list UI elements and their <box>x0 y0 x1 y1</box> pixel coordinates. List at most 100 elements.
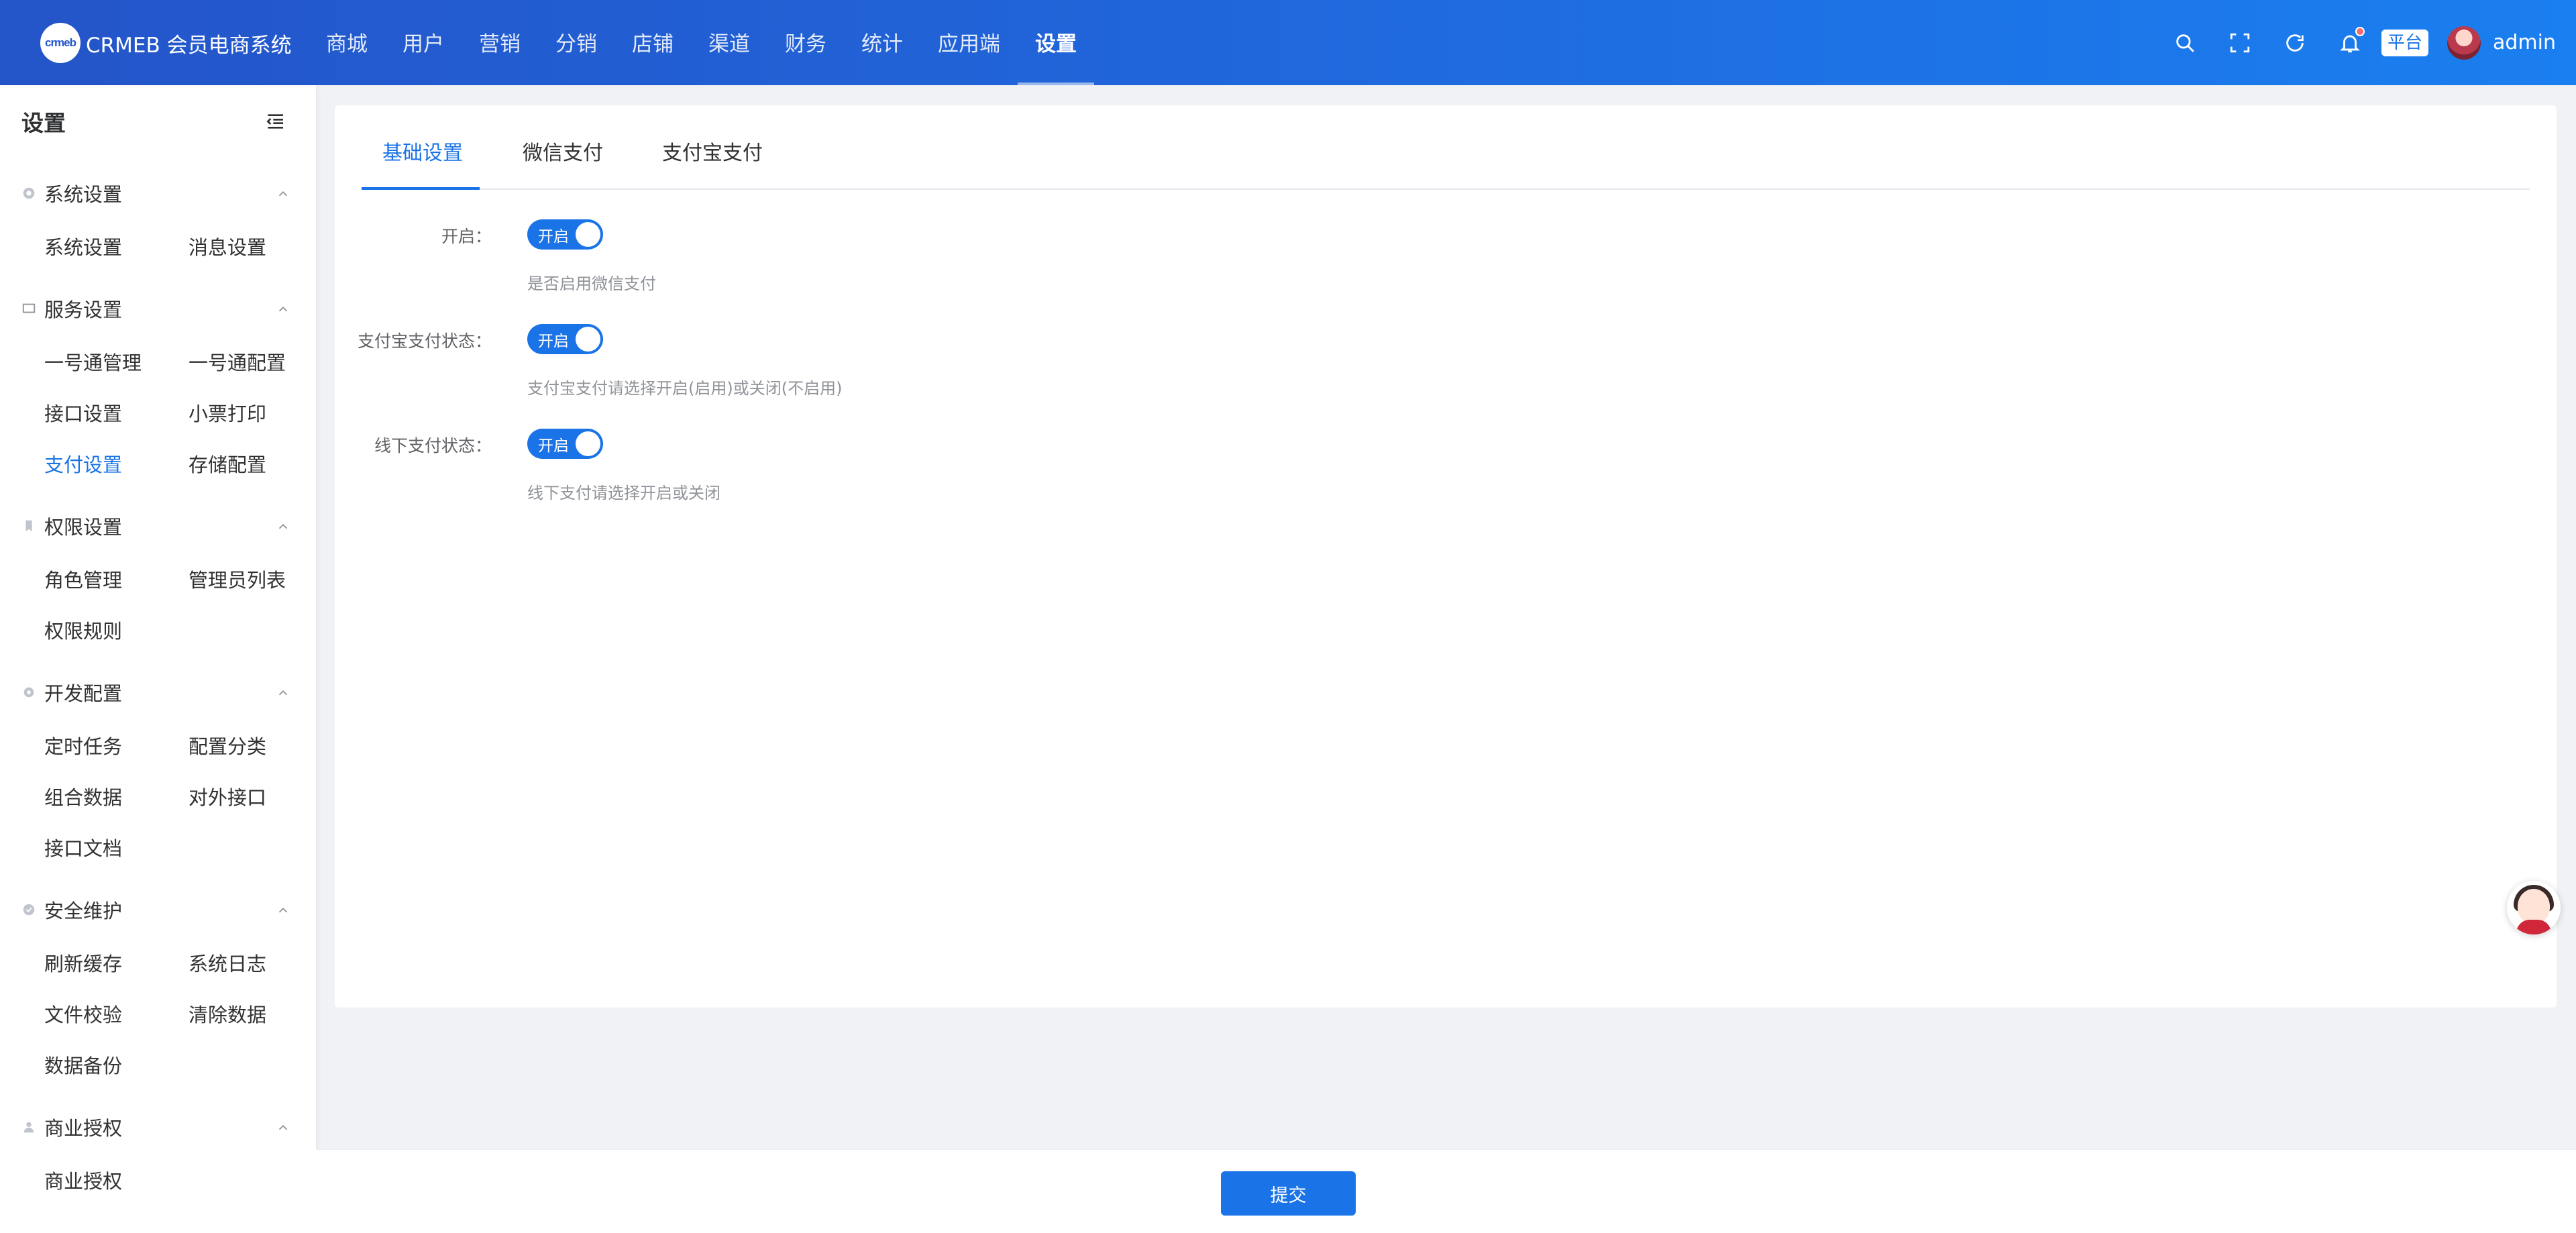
sidebar-title: 设置 <box>21 110 66 136</box>
nav-item-app[interactable]: 应用端 <box>920 0 1018 85</box>
submit-button[interactable]: 提交 <box>1221 1171 1356 1216</box>
menu-group-label: 权限设置 <box>44 516 123 539</box>
switch-knob <box>576 222 600 247</box>
settings-tabs: 基础设置 微信支付 支付宝支付 <box>362 105 2530 190</box>
bell-icon[interactable] <box>2338 26 2365 55</box>
menu-group-dev: 开发配置 <box>0 679 316 706</box>
switch-text: 开启 <box>538 227 569 246</box>
sidebar-item-yht-manage[interactable]: 一号通管理 <box>44 347 142 376</box>
sidebar-item-api-settings[interactable]: 接口设置 <box>44 398 122 427</box>
sidebar-item-yht-config[interactable]: 一号通配置 <box>189 347 286 376</box>
chevron-up-icon <box>278 1124 288 1130</box>
menu-group-service: 服务设置 <box>0 295 316 322</box>
chevron-up-icon <box>278 523 288 529</box>
username[interactable]: admin <box>2493 31 2556 54</box>
menu-group-license: 商业授权 <box>0 1114 316 1140</box>
user-icon <box>21 1119 38 1135</box>
enable-wechat-pay-switch[interactable]: 开启 <box>527 219 603 250</box>
nav-item-distribution[interactable]: 分销 <box>538 0 614 85</box>
app-logo[interactable]: crmeb CRMEB 会员电商系统 <box>40 22 292 64</box>
nav-item-statistics[interactable]: 统计 <box>844 0 920 85</box>
chevron-up-icon <box>278 690 288 696</box>
field-hint-enable: 是否启用微信支付 <box>527 274 656 293</box>
menu-group-label: 安全维护 <box>44 900 123 922</box>
check-circle-icon <box>21 902 38 918</box>
sidebar-item-api-docs[interactable]: 接口文档 <box>44 833 122 861</box>
field-hint-offline-pay-status: 线下支付请选择开启或关闭 <box>527 484 720 502</box>
menu-group-system: 系统设置 <box>0 180 316 207</box>
menu-group-permission: 权限设置 <box>0 513 316 539</box>
sidebar-item-receipt-print[interactable]: 小票打印 <box>189 398 266 427</box>
sidebar-item-message-settings[interactable]: 消息设置 <box>189 232 266 260</box>
form-footer: 提交 <box>316 1149 2576 1233</box>
offline-pay-status-switch[interactable]: 开启 <box>527 429 603 459</box>
platform-tag[interactable]: 平台 <box>2381 29 2428 56</box>
menu-group-security: 安全维护 <box>0 896 316 923</box>
sidebar-item-role-manage[interactable]: 角色管理 <box>44 565 122 593</box>
sidebar-item-clear-data[interactable]: 清除数据 <box>189 1000 266 1028</box>
menu-group-header[interactable]: 服务设置 <box>0 295 316 322</box>
menu-group-header[interactable]: 安全维护 <box>0 896 316 923</box>
search-icon[interactable] <box>2173 31 2197 55</box>
sidebar-item-system-log[interactable]: 系统日志 <box>189 949 266 977</box>
top-nav: 商城 用户 营销 分销 店铺 渠道 财务 统计 应用端 设置 <box>309 0 1094 85</box>
chevron-up-icon <box>278 191 288 197</box>
menu-group-header[interactable]: 权限设置 <box>0 513 316 539</box>
sidebar-item-payment-settings[interactable]: 支付设置 <box>44 449 122 478</box>
menu-group-header[interactable]: 商业授权 <box>0 1114 316 1140</box>
fullscreen-icon[interactable] <box>2228 31 2252 55</box>
switch-text: 开启 <box>538 332 569 350</box>
header-toolbar: 平台 admin <box>2157 0 2556 85</box>
nav-item-finance[interactable]: 财务 <box>767 0 844 85</box>
tab-alipay[interactable]: 支付宝支付 <box>662 136 763 166</box>
sidebar-item-cron[interactable]: 定时任务 <box>44 731 122 759</box>
switch-knob <box>576 431 600 456</box>
nav-item-mall[interactable]: 商城 <box>309 0 385 85</box>
menu-group-header[interactable]: 开发配置 <box>0 679 316 706</box>
sidebar-item-combined-data[interactable]: 组合数据 <box>44 782 122 810</box>
sidebar-item-system-settings[interactable]: 系统设置 <box>44 232 122 260</box>
menu-group-label: 开发配置 <box>44 682 123 705</box>
logo-mark: crmeb <box>40 23 80 63</box>
tab-active-indicator <box>362 187 480 190</box>
bookmark-icon <box>21 518 38 534</box>
field-label-offline-pay-status: 线下支付状态： <box>374 436 492 455</box>
nav-item-settings[interactable]: 设置 <box>1018 0 1094 85</box>
tab-basic-settings[interactable]: 基础设置 <box>382 136 463 166</box>
chevron-up-icon <box>278 907 288 913</box>
switch-text: 开启 <box>538 437 569 455</box>
customer-service-icon[interactable] <box>2507 881 2561 934</box>
sidebar-item-data-backup[interactable]: 数据备份 <box>44 1051 122 1079</box>
nav-item-marketing[interactable]: 营销 <box>462 0 538 85</box>
menu-group-label: 系统设置 <box>44 183 123 206</box>
menu-collapse-icon[interactable] <box>264 111 286 132</box>
menu-group-header[interactable]: 系统设置 <box>0 180 316 207</box>
refresh-icon[interactable] <box>2283 31 2307 55</box>
alipay-status-switch[interactable]: 开启 <box>527 324 603 354</box>
sidebar-item-permission-rules[interactable]: 权限规则 <box>44 616 122 644</box>
sidebar-item-config-category[interactable]: 配置分类 <box>189 731 266 759</box>
nav-item-channel[interactable]: 渠道 <box>691 0 767 85</box>
monitor-icon <box>21 301 38 317</box>
sidebar-item-external-api[interactable]: 对外接口 <box>189 782 266 810</box>
nav-item-store[interactable]: 店铺 <box>614 0 691 85</box>
field-hint-alipay-status: 支付宝支付请选择开启(启用)或关闭(不启用) <box>527 379 843 398</box>
gear-icon <box>21 185 38 201</box>
app-title: CRMEB 会员电商系统 <box>86 33 292 58</box>
cog-icon <box>21 684 38 700</box>
top-header: crmeb CRMEB 会员电商系统 商城 用户 营销 分销 店铺 渠道 财务 … <box>0 0 2576 85</box>
sidebar: 设置 系统设置 系统设置 消息设置 服务设置 一号通管理 一号通配置 接口设置 … <box>0 85 316 1233</box>
menu-group-label: 服务设置 <box>44 299 123 321</box>
avatar[interactable] <box>2447 25 2481 60</box>
switch-knob <box>576 327 600 352</box>
sidebar-item-file-check[interactable]: 文件校验 <box>44 1000 122 1028</box>
field-label-alipay-status: 支付宝支付状态： <box>357 331 492 351</box>
sidebar-item-storage-config[interactable]: 存储配置 <box>189 449 266 478</box>
nav-item-user[interactable]: 用户 <box>385 0 462 85</box>
sidebar-item-refresh-cache[interactable]: 刷新缓存 <box>44 949 122 977</box>
settings-card: 基础设置 微信支付 支付宝支付 开启： 开启 是否启用微信支付 支付宝支付状态：… <box>335 105 2557 1008</box>
field-label-enable: 开启： <box>441 227 492 246</box>
tab-wechat-pay[interactable]: 微信支付 <box>523 136 603 166</box>
sidebar-item-commercial-license[interactable]: 商业授权 <box>44 1166 122 1194</box>
sidebar-item-admin-list[interactable]: 管理员列表 <box>189 565 286 593</box>
